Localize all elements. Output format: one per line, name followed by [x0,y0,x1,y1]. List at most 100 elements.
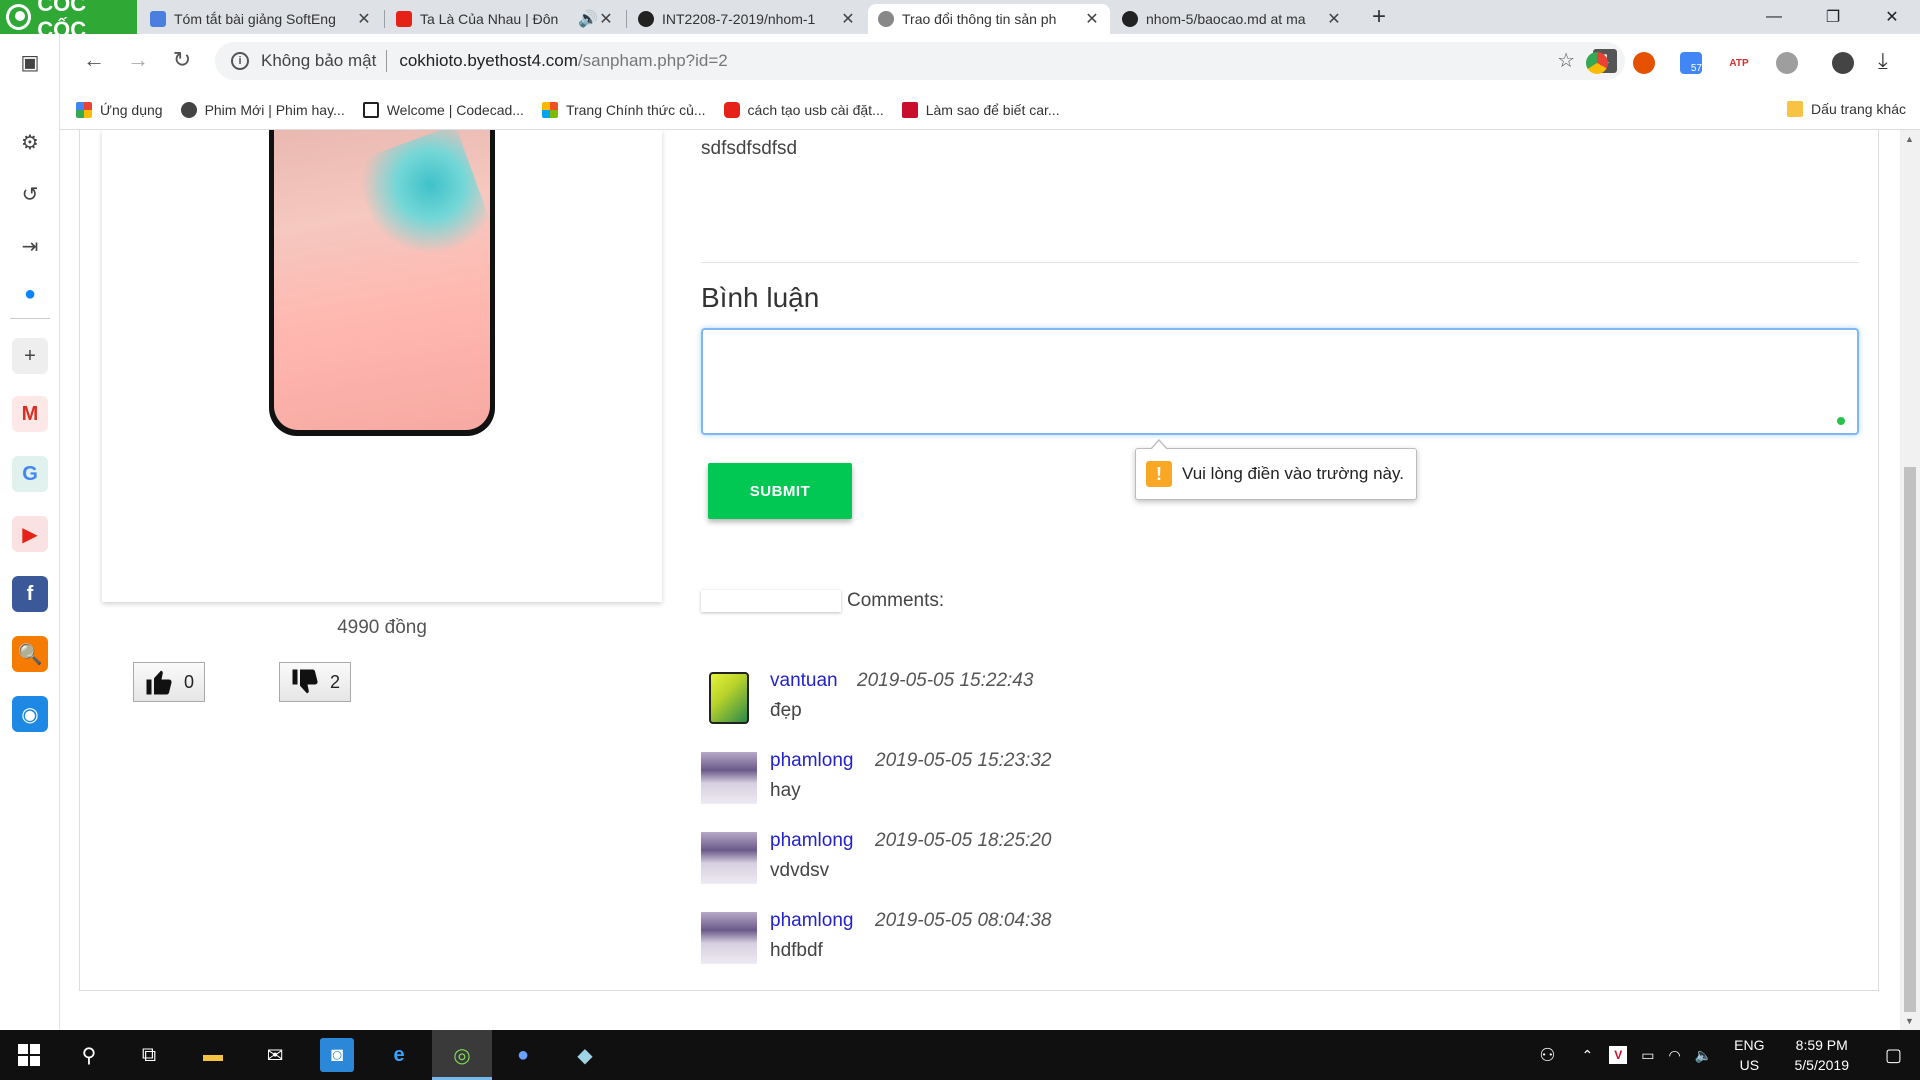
player-icon[interactable]: ◉ [12,696,48,732]
scroll-up-icon[interactable]: ▲ [1905,134,1914,144]
login-icon[interactable]: ⇥ [12,228,48,264]
comment-text: hdfbdf [770,940,823,961]
bookmark-3[interactable]: Trang Chính thức củ... [541,102,706,118]
comment-user[interactable]: phamlong [770,750,853,772]
chevron-up-icon[interactable]: ⌃ [1582,1047,1594,1064]
calendar-extension-icon[interactable]: 57 [1680,52,1702,74]
bookmark-label: Trang Chính thức củ... [565,102,706,118]
youtube-icon[interactable]: ▶ [12,516,48,552]
divider [701,262,1859,263]
product-description: sdfsdfsdfsd [701,138,798,159]
people-icon[interactable]: ⚇ [1539,1045,1555,1066]
edge-icon[interactable]: e [382,1038,416,1072]
tab-0[interactable]: Tóm tắt bài giảng SoftEng ✕ [140,4,382,34]
gear-icon[interactable]: ⚙ [12,124,48,160]
tab-1[interactable]: Ta Là Của Nhau | Đôn 🔊 ✕ [386,4,624,34]
close-icon[interactable]: ✕ [1084,9,1100,29]
reload-icon[interactable]: ↻ [166,44,198,76]
dislike-count: 2 [330,671,341,692]
restore-button[interactable]: ❐ [1805,0,1861,34]
task-view-icon[interactable]: ⧉ [132,1038,166,1072]
validation-tooltip: ! Vui lòng điền vào trường này. [1135,439,1417,500]
scroll-thumb[interactable] [1904,467,1916,1012]
bookmark-apps[interactable]: Ứng dụng [76,102,163,118]
page-scrollbar[interactable]: ▲ ▼ [1900,130,1920,1030]
lang-region: US [1739,1057,1760,1073]
speaker-icon[interactable]: 🔊 [578,9,598,29]
chrome-taskbar-icon[interactable]: ● [506,1038,540,1072]
scroll-down-icon[interactable]: ▼ [1905,1016,1914,1026]
close-icon[interactable]: ✕ [356,9,372,29]
vietkey-icon[interactable]: V [1609,1046,1628,1064]
dislike-button[interactable]: 2 [279,662,352,702]
comment-text: hay [770,780,801,801]
comment-count-field [701,590,841,612]
tab-2[interactable]: INT2208-7-2019/nhom-1 ✕ [628,4,866,34]
microsoft-icon [541,102,558,118]
coccoc-taskbar-icon[interactable]: ◎ [445,1038,479,1072]
search-icon[interactable]: ⚲ [72,1038,106,1072]
comment-textarea[interactable] [701,328,1859,435]
atp-extension-icon[interactable]: ATP [1728,52,1750,74]
users-icon [878,11,894,27]
back-icon[interactable]: ← [78,44,110,76]
docs-icon [150,11,166,27]
battery-icon[interactable]: ▭ [1641,1047,1654,1064]
store-icon[interactable]: ◙ [320,1038,354,1072]
bookmark-1[interactable]: Phim Mới | Phim hay... [180,102,345,118]
wifi-icon[interactable]: ◠ [1668,1047,1680,1064]
browser-toolbar: ← → ↻ i Không bảo mật cokhioto.byethost4… [60,34,1920,130]
download-icon[interactable]: ⤓ [1878,48,1888,74]
chrome-extension-icon[interactable] [1586,52,1608,74]
language-indicator[interactable]: ENG US [1734,1035,1764,1075]
comment-user[interactable]: vantuan [770,670,838,692]
star-icon[interactable]: ☆ [1557,48,1575,73]
facebook-icon[interactable]: f [12,576,48,612]
search-icon[interactable]: 🔍 [12,636,48,672]
window-close-button[interactable]: ✕ [1864,0,1920,34]
sidebar-toggle-icon[interactable]: ▣ [12,44,48,80]
close-icon[interactable]: ✕ [840,9,856,29]
tab-title: Tóm tắt bài giảng SoftEng [174,11,336,27]
avatar [701,832,757,884]
gmail-icon[interactable]: M [12,396,48,432]
clock-time: 8:59 PM [1795,1037,1848,1053]
new-tab-button[interactable]: + [1365,4,1393,32]
profile-icon[interactable] [1832,52,1854,74]
mail-icon[interactable]: ✉ [258,1038,292,1072]
address-bar[interactable]: i Không bảo mật cokhioto.byethost4.com/s… [215,42,1625,80]
browser-logo[interactable]: CỐC CỐC [0,0,137,42]
settings-extension-icon[interactable] [1776,52,1798,74]
close-icon[interactable]: ✕ [598,9,614,29]
messenger-icon[interactable]: ● [12,276,48,312]
submit-button[interactable]: SUBMIT [708,463,852,519]
google-icon[interactable]: G [12,456,48,492]
security-label: Không bảo mật [261,51,377,70]
bookmark-5[interactable]: Làm sao để biết car... [901,102,1060,118]
app-taskbar-icon[interactable]: ◆ [568,1038,602,1072]
comment-user[interactable]: phamlong [770,830,853,852]
info-icon[interactable]: i [231,52,249,70]
grammarly-icon[interactable] [1837,417,1845,425]
tab-3-active[interactable]: Trao đổi thông tin sản ph ✕ [868,4,1110,34]
other-bookmarks[interactable]: Dấu trang khác [1787,101,1906,117]
windows-start-icon[interactable] [12,1038,46,1072]
fox-extension-icon[interactable] [1633,52,1655,74]
like-button[interactable]: 0 [133,662,206,702]
bookmark-2[interactable]: Welcome | Codecad... [362,102,524,118]
minimize-button[interactable]: — [1746,0,1802,34]
volume-icon[interactable]: 🔈 [1695,1047,1712,1064]
notification-icon[interactable]: ▢ [1885,1045,1902,1066]
clock[interactable]: 8:59 PM 5/5/2019 [1794,1035,1849,1075]
bookmark-label: Phim Mới | Phim hay... [204,102,345,118]
url-host: cokhioto.byethost4.com [399,51,578,70]
forward-icon[interactable]: → [122,44,154,76]
close-icon[interactable]: ✕ [1326,9,1342,29]
tab-4[interactable]: nhom-5/baocao.md at ma ✕ [1112,4,1352,34]
history-icon[interactable]: ↺ [12,176,48,212]
add-icon[interactable]: + [12,338,48,374]
comment-user[interactable]: phamlong [770,910,853,932]
file-explorer-icon[interactable]: ▬ [196,1038,230,1072]
github-icon [638,11,654,27]
bookmark-4[interactable]: cách tạo usb cài đặt... [723,102,884,118]
